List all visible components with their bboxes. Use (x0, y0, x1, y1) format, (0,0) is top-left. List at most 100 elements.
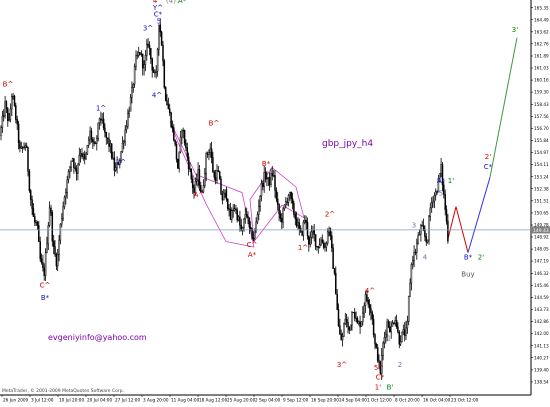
candle-body (418, 233, 421, 236)
candle-body (337, 309, 340, 327)
candle-body (434, 191, 437, 196)
candle-body (239, 216, 241, 226)
candle-body (124, 129, 126, 142)
candle-body (220, 178, 222, 195)
time-tick-label: 16 Oct 04:00 (423, 398, 451, 403)
candle-body (235, 208, 237, 211)
chart-svg: 149.43 B^C^B*1^2^3^4^4^Y^C*5(4) A*A^B^C^A… (0, 0, 550, 403)
candle-body (217, 170, 220, 173)
candle-body (256, 214, 259, 223)
time-tick-label: 20 Jul 04:00 (87, 398, 112, 403)
candle-body (225, 189, 228, 200)
candle-body (374, 334, 376, 345)
candle-body (401, 331, 403, 343)
current-price-label: 149.43 (533, 228, 549, 234)
wave-label: 2 (398, 361, 402, 369)
price-tick-label: 156.70 (534, 126, 549, 131)
candle-body (98, 118, 101, 124)
candle-body (283, 204, 286, 210)
candle-body (167, 104, 170, 110)
candle-body (50, 207, 52, 213)
candle-body (279, 213, 282, 219)
candle-body (155, 70, 157, 73)
candle-body (306, 222, 309, 237)
candle-body (440, 164, 442, 174)
candle-body (402, 329, 405, 333)
candle-body (249, 226, 252, 230)
price-tick-label: 154.97 (534, 150, 549, 155)
candle-body (121, 142, 124, 152)
wave-label: 3^ (143, 25, 153, 33)
price-tick-label: 145.46 (534, 283, 549, 288)
candle-body (63, 196, 66, 208)
price-tick-label: 150.65 (534, 211, 549, 216)
candle-body (409, 282, 411, 297)
candle-body (366, 294, 368, 301)
price-tick-label: 140.27 (534, 355, 549, 360)
candle-body (428, 216, 430, 241)
candle-body (143, 64, 145, 69)
candle-body (185, 142, 187, 148)
candle-body (113, 157, 116, 171)
candle-body (335, 272, 337, 295)
candle-body (414, 252, 417, 254)
price-tick-label: 138.54 (534, 380, 549, 385)
candle-body (343, 323, 345, 337)
candle-body (23, 147, 25, 149)
candle-body (48, 207, 51, 226)
candle-body (407, 295, 410, 322)
candle-body (260, 183, 263, 197)
candle-body (90, 130, 93, 140)
candle-body (139, 52, 141, 55)
candle-body (289, 191, 291, 196)
candle-body (39, 241, 41, 260)
candle-body (425, 236, 428, 243)
time-tick-label: 3 Aug 20:00 (143, 398, 169, 403)
candle-body (94, 143, 97, 145)
wave-label: B' (387, 383, 394, 391)
candle-body (11, 96, 13, 110)
candle-body (302, 221, 305, 236)
candle-body (417, 234, 419, 244)
price-tick-label: 141.13 (534, 343, 549, 348)
candle-body (46, 243, 48, 253)
candle-body (209, 148, 211, 153)
candle-body (104, 127, 106, 133)
candle-body (216, 170, 218, 181)
candle-body (332, 247, 334, 269)
candle-body (291, 198, 294, 204)
candle-body (204, 173, 206, 186)
candle-body (152, 69, 155, 73)
candle-body (286, 201, 288, 203)
candle-body (339, 325, 341, 335)
candle-body (110, 143, 113, 159)
wave-label: 5 (439, 189, 443, 197)
wave-label: Buy (461, 270, 474, 278)
candle-body (348, 326, 351, 331)
candle-body (27, 147, 29, 172)
candle-body (285, 201, 287, 206)
candle-body (221, 193, 224, 201)
price-tick-label: 165.35 (534, 5, 549, 10)
candle-body (376, 347, 379, 361)
candle-body (42, 262, 44, 268)
candle-body (77, 163, 79, 174)
candle-body (443, 184, 445, 195)
email-annotation: evgeniyinfo@yahoo.com (48, 333, 147, 342)
candle-body (62, 206, 64, 219)
candle-body (96, 138, 98, 144)
candle-body (305, 219, 307, 223)
candle-body (295, 218, 298, 227)
wave-label: B* (464, 254, 473, 262)
wave-label: A* (437, 177, 446, 185)
candle-body (282, 208, 284, 223)
candle-body (82, 154, 85, 157)
candle-body (56, 253, 59, 267)
candle-body (156, 49, 159, 72)
candle-body (276, 198, 279, 205)
time-tick-label: 11 Aug 04:00 (171, 398, 200, 403)
candle-body (367, 299, 369, 305)
time-tick-label: 25 Aug 20:00 (227, 398, 256, 403)
candle-body (160, 31, 163, 46)
candle-body (112, 157, 114, 159)
